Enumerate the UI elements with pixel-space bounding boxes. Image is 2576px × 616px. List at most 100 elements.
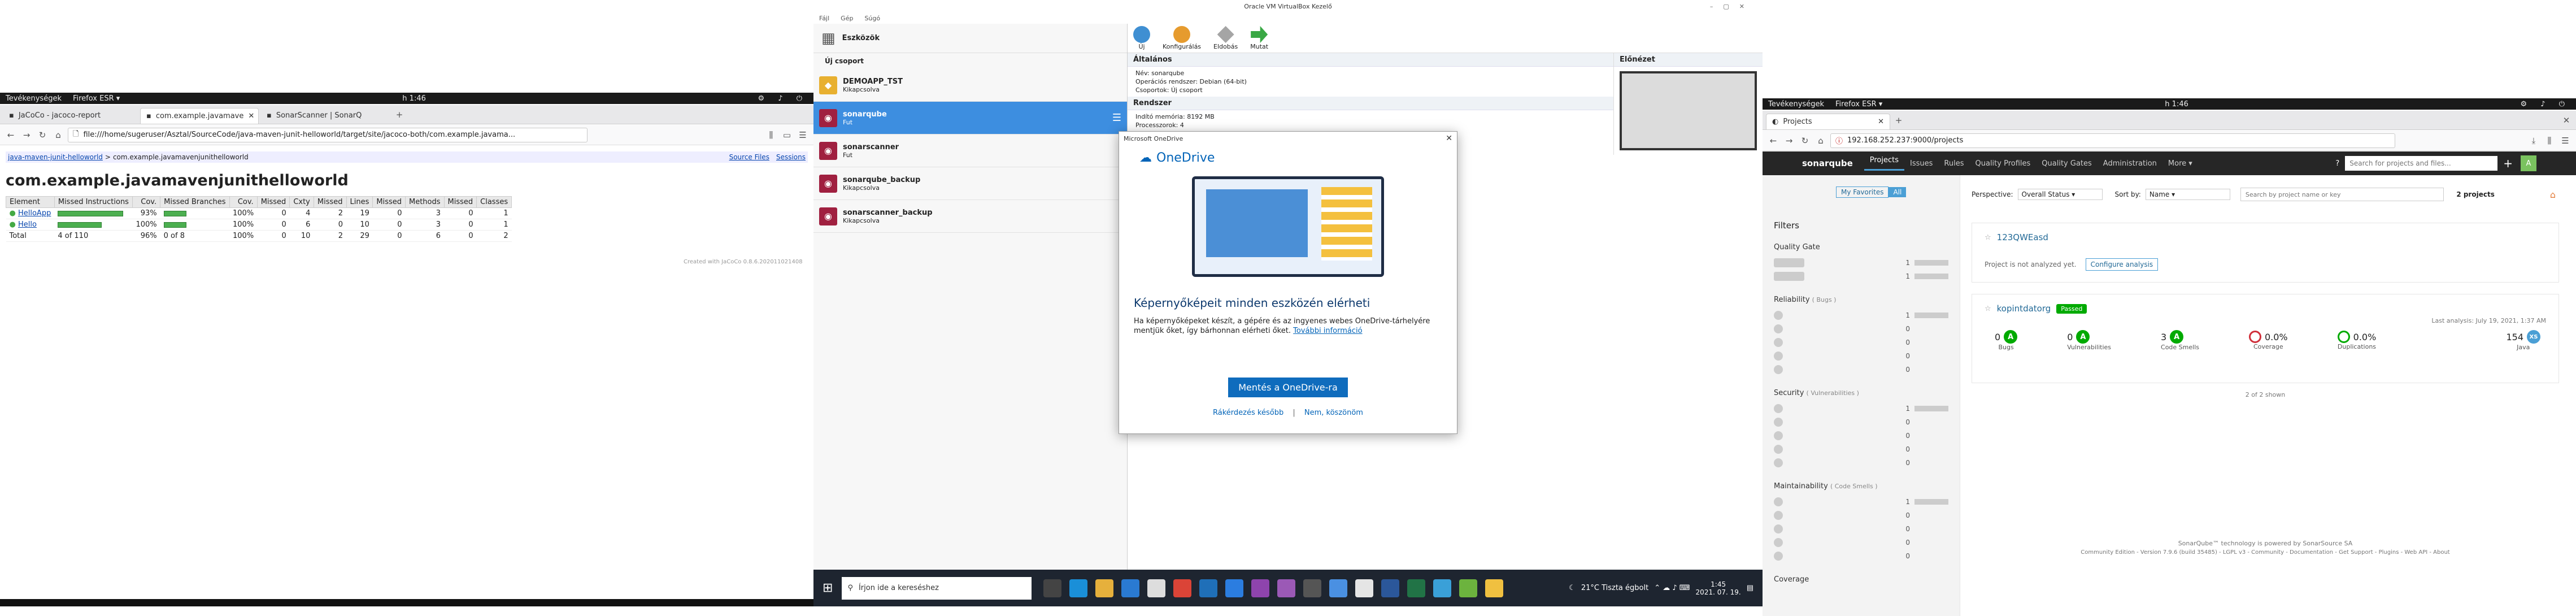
col-header[interactable]: Missed bbox=[313, 196, 347, 208]
vm-item[interactable]: ◉ sonarqube_backup Kikapcsolva bbox=[813, 167, 1127, 200]
facet-row[interactable]: 1 bbox=[1774, 495, 1948, 509]
facet-row[interactable]: 1 bbox=[1774, 256, 1948, 270]
measure-lines[interactable]: 154 XS Java bbox=[2506, 330, 2540, 351]
measure-vulnerabilities[interactable]: 0 A Vulnerabilities bbox=[2067, 330, 2111, 351]
menu-help[interactable]: Súgó bbox=[864, 15, 880, 22]
breadcrumb-root-link[interactable]: java-maven-junit-helloworld bbox=[8, 153, 103, 161]
back-icon[interactable]: ← bbox=[5, 129, 17, 141]
nav-quality-gates[interactable]: Quality Gates bbox=[2036, 159, 2098, 168]
section-preview[interactable]: Előnézet bbox=[1614, 53, 1763, 67]
ask-later-link[interactable]: Rákérdezés később bbox=[1213, 409, 1283, 417]
url-input[interactable]: 🗋 file:///home/sugeruser/Asztal/SourceCo… bbox=[68, 127, 588, 142]
app-icon[interactable] bbox=[1251, 579, 1270, 597]
col-header[interactable]: Cov. bbox=[229, 196, 258, 208]
vm-item-selected[interactable]: ◉ sonarqube Fut ☰ bbox=[813, 102, 1127, 135]
app-icon[interactable] bbox=[1277, 579, 1296, 597]
tab-sonarscanner[interactable]: ▪ SonarScanner | SonarQ bbox=[261, 108, 391, 124]
perspective-select[interactable]: Overall Status ▾ bbox=[2017, 189, 2103, 200]
facet-row[interactable]: 1 bbox=[1774, 309, 1948, 322]
facet-row[interactable]: 0 bbox=[1774, 429, 1948, 443]
store-icon[interactable] bbox=[1147, 579, 1166, 597]
app-menu[interactable]: Firefox ESR ▾ bbox=[1835, 100, 1882, 109]
col-header[interactable]: Cov. bbox=[132, 196, 161, 208]
facet-row[interactable]: 0 bbox=[1774, 415, 1948, 429]
project-name-link[interactable]: kopintdatorg bbox=[1997, 303, 2051, 314]
forward-icon[interactable]: → bbox=[1783, 135, 1795, 147]
close-icon[interactable]: ✕ bbox=[248, 112, 254, 120]
global-search-input[interactable] bbox=[2345, 156, 2498, 171]
nav-projects[interactable]: Projects bbox=[1864, 156, 1905, 171]
project-name-link[interactable]: 123QWEasd bbox=[1997, 232, 2048, 242]
activities-button[interactable]: Tevékenységek bbox=[6, 94, 62, 103]
app-icon[interactable] bbox=[1433, 579, 1452, 597]
virtualbox-icon[interactable] bbox=[1485, 579, 1504, 597]
app-icon[interactable] bbox=[1303, 579, 1322, 597]
tab-package[interactable]: ▪ com.example.javamave ✕ bbox=[140, 107, 259, 124]
nav-more[interactable]: More ▾ bbox=[2162, 159, 2198, 168]
app-icon[interactable] bbox=[1329, 579, 1348, 597]
col-header[interactable]: Classes bbox=[476, 196, 512, 208]
home-icon[interactable]: ⌂ bbox=[1814, 135, 1827, 147]
save-to-onedrive-button[interactable]: Mentés a OneDrive-ra bbox=[1228, 378, 1348, 397]
start-icon[interactable]: ⊞ bbox=[823, 581, 833, 595]
tools-item[interactable]: ▦ Eszközök bbox=[813, 24, 1127, 53]
new-vm-button[interactable]: Új bbox=[1133, 26, 1150, 50]
avatar[interactable]: A bbox=[2521, 155, 2536, 171]
download-icon[interactable]: ⤓ bbox=[2527, 135, 2540, 147]
section-system[interactable]: Rendszer bbox=[1128, 97, 1613, 110]
project-search-input[interactable] bbox=[2240, 188, 2444, 201]
col-header[interactable]: Missed bbox=[256, 196, 290, 208]
facet-row[interactable]: 0 bbox=[1774, 349, 1948, 363]
vm-item[interactable]: ◉ sonarscanner Fut bbox=[813, 135, 1127, 167]
reload-icon[interactable]: ↻ bbox=[1799, 135, 1811, 147]
nav-rules[interactable]: Rules bbox=[1938, 159, 1969, 168]
menu-icon[interactable]: ☰ bbox=[2559, 135, 2571, 147]
home-icon[interactable]: ⌂ bbox=[52, 129, 64, 141]
class-link[interactable]: Hello bbox=[18, 220, 37, 229]
facet-row[interactable]: 0 bbox=[1774, 549, 1948, 563]
source-files-link[interactable]: Source Files bbox=[729, 153, 769, 161]
clock[interactable]: h 1:46 bbox=[2165, 100, 2188, 109]
favorite-star-icon[interactable]: ☆ bbox=[1985, 233, 1991, 242]
col-header[interactable]: Lines bbox=[346, 196, 373, 208]
chrome-icon[interactable] bbox=[1173, 579, 1192, 597]
facet-row[interactable]: 0 bbox=[1774, 509, 1948, 522]
measure-duplications[interactable]: 0.0% Duplications bbox=[2337, 331, 2376, 350]
new-tab-icon[interactable]: + bbox=[393, 109, 406, 121]
menu-icon[interactable]: ☰ bbox=[797, 129, 809, 141]
outlook-icon[interactable] bbox=[1199, 579, 1218, 597]
facet-row[interactable]: 1 bbox=[1774, 402, 1948, 415]
show-button[interactable]: Mutat bbox=[1250, 26, 1268, 50]
my-favorites-button[interactable]: My Favorites bbox=[1836, 186, 1889, 198]
facet-row[interactable]: 0 bbox=[1774, 363, 1948, 376]
new-tab-icon[interactable]: + bbox=[1892, 114, 1905, 127]
reload-icon[interactable]: ↻ bbox=[36, 129, 49, 141]
create-icon[interactable]: + bbox=[2503, 157, 2513, 170]
group-header[interactable]: Új csoport bbox=[813, 53, 1127, 69]
no-thanks-link[interactable]: Nem, köszönöm bbox=[1304, 409, 1363, 417]
all-button[interactable]: All bbox=[1889, 187, 1907, 197]
sonarqube-logo[interactable]: sonarqube bbox=[1802, 158, 1853, 168]
col-header[interactable]: Element bbox=[6, 196, 55, 208]
tab-jacoco-report[interactable]: ▪ JaCoCo - jacoco-report bbox=[3, 108, 138, 124]
col-header[interactable]: Cxty bbox=[289, 196, 314, 208]
clock[interactable]: 1:45 2021. 07. 19. bbox=[1696, 580, 1741, 596]
facet-quality-gate[interactable]: Quality Gate bbox=[1774, 243, 1948, 251]
system-tray-icon[interactable]: ⚙ ♪ ⏻ bbox=[2521, 100, 2571, 109]
tab-projects[interactable]: ◐ Projects ✕ bbox=[1766, 113, 1890, 129]
tray-icons[interactable]: ⌃ ☁ ♪ ⌨ bbox=[1654, 584, 1690, 592]
favorite-star-icon[interactable]: ☆ bbox=[1985, 305, 1991, 313]
activities-button[interactable]: Tevékenységek bbox=[1768, 100, 1824, 109]
col-header[interactable]: Missed Instructions bbox=[54, 196, 133, 208]
sort-select[interactable]: Name ▾ bbox=[2145, 189, 2230, 200]
help-icon[interactable]: ? bbox=[2335, 159, 2339, 168]
library-icon[interactable]: ⫼ bbox=[2543, 135, 2556, 147]
task-view-icon[interactable] bbox=[1043, 579, 1062, 597]
app-menu[interactable]: Firefox ESR ▾ bbox=[73, 94, 120, 103]
home-page-icon[interactable]: ⌂ bbox=[2550, 189, 2556, 200]
close-window-icon[interactable]: ✕ bbox=[2560, 114, 2573, 127]
close-icon[interactable]: ✕ bbox=[1446, 134, 1452, 143]
nav-quality-profiles[interactable]: Quality Profiles bbox=[1970, 159, 2037, 168]
sidebar-icon[interactable]: ▭ bbox=[781, 129, 793, 141]
sessions-link[interactable]: Sessions bbox=[776, 153, 806, 161]
